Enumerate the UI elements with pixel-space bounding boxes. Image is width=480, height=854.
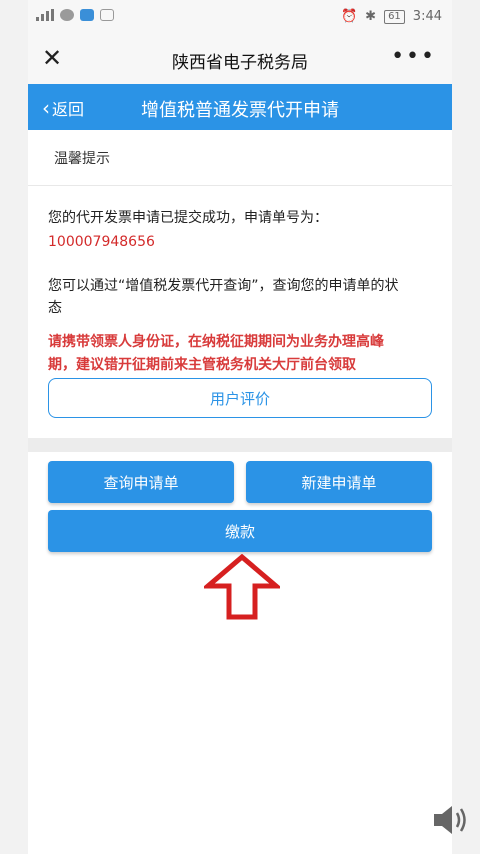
success-message: 您的代开发票申请已提交成功，申请单号为： [48,210,328,226]
pay-button[interactable]: 缴款 [48,510,432,552]
up-arrow-annotation [204,554,280,620]
page-title: 增值税普通发票代开申请 [141,100,339,121]
status-bar: ⏰ ✱ 61 3:44 [28,0,452,34]
app-titlebar: ✕ 陕西省电子税务局 ••• [28,34,452,85]
query-application-button[interactable]: 查询申请单 [48,461,234,503]
page-header: ‹ 返回 增值税普通发票代开申请 [28,84,452,130]
section-separator [28,438,452,452]
chat-icon [60,9,74,21]
battery-icon: 61 [384,9,405,24]
app-icon [80,9,94,21]
warning-line2: 期，建议错开征期前来主管税务机关大厅前台领取 [48,357,356,373]
phone-screen: ⏰ ✱ 61 3:44 ✕ 陕西省电子税务局 ••• ‹ 返回 增值税普通发票代… [28,0,452,854]
rate-button[interactable]: 用户评价 [48,378,432,418]
query-hint-line1: 您可以通过“增值税发票代开查询”，查询您的申请单的状 [48,278,399,294]
more-icon[interactable]: ••• [391,44,436,69]
new-application-button[interactable]: 新建申请单 [246,461,432,503]
app-title: 陕西省电子税务局 [172,53,308,73]
bluetooth-icon: ✱ [365,9,377,24]
divider [28,185,452,186]
warning-line1: 请携带领票人身份证，在纳税征期期间为业务办理高峰 [48,334,384,350]
alarm-icon: ⏰ [340,9,358,24]
signal-icon [36,9,54,21]
sync-icon [100,9,114,21]
tip-label: 温馨提示 [54,151,110,167]
speaker-icon [434,806,466,834]
query-hint-line2: 态 [48,300,62,316]
clock: 3:44 [412,9,442,24]
application-number: 100007948656 [48,234,155,250]
